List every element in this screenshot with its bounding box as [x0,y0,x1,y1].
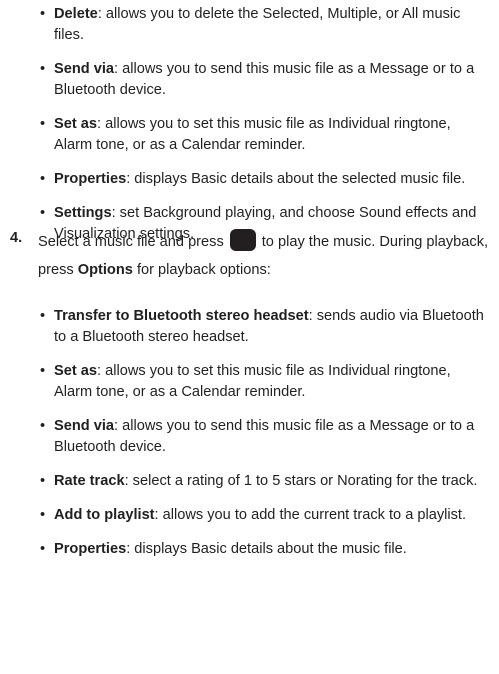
options-key-label: Options [77,262,133,278]
option-term: Send via [54,61,115,77]
manual-page: Delete: allows you to delete the Selecte… [0,0,499,674]
select-key-icon [229,229,256,251]
option-description: : displays Basic details about the selec… [126,171,466,187]
list-item: Set as: allows you to set this music fil… [40,361,492,403]
option-description: : allows you to send this music file as … [54,61,475,98]
option-description: : allows you to send this music file as … [54,418,475,455]
option-term: Settings [54,205,112,221]
list-item: Properties: displays Basic details about… [40,169,492,190]
option-term: Set as [54,363,97,379]
list-item: Send via: allows you to send this music … [40,416,492,458]
list-item: Properties: displays Basic details about… [40,539,492,560]
list-item: Send via: allows you to send this music … [40,59,492,101]
list-item: Set as: allows you to set this music fil… [40,114,492,156]
option-term: Properties [54,171,127,187]
option-term: Set as [54,116,97,132]
option-term: Properties [54,541,127,557]
option-description: : allows you to delete the Selected, Mul… [54,6,461,43]
step-number: 4. [10,230,23,246]
list-item: Rate track: select a rating of 1 to 5 st… [40,471,492,492]
list-item: Transfer to Bluetooth stereo headset: se… [40,306,492,348]
list-item: Add to playlist: allows you to add the c… [40,505,492,526]
playback-options-list: Transfer to Bluetooth stereo headset : se… [40,306,492,560]
step-text-start: Select a music file and press [38,234,224,250]
option-term: Delete [54,6,98,22]
list-item: Delete: allows you to delete the Selecte… [40,4,492,46]
option-description: : allows you to set this music file as I… [54,116,451,153]
option-description: : select a rating of 1 to 5 stars or Nor… [124,473,478,489]
option-term: Rate track [54,473,125,489]
option-description: : allows you to set this music file as I… [54,363,451,400]
step-text-end: for playback options: [136,262,271,278]
option-description: : displays Basic details about the music… [126,541,407,557]
option-term: Transfer to Bluetooth stereo headset [54,308,309,324]
option-term: Send via [54,418,115,434]
step-instruction: Select a music file and press to play the… [38,228,490,284]
option-term: Add to playlist [54,507,155,523]
option-description: : allows you to add the current track to… [154,507,467,523]
music-options-list: Delete: allows you to delete the Selecte… [40,4,492,245]
